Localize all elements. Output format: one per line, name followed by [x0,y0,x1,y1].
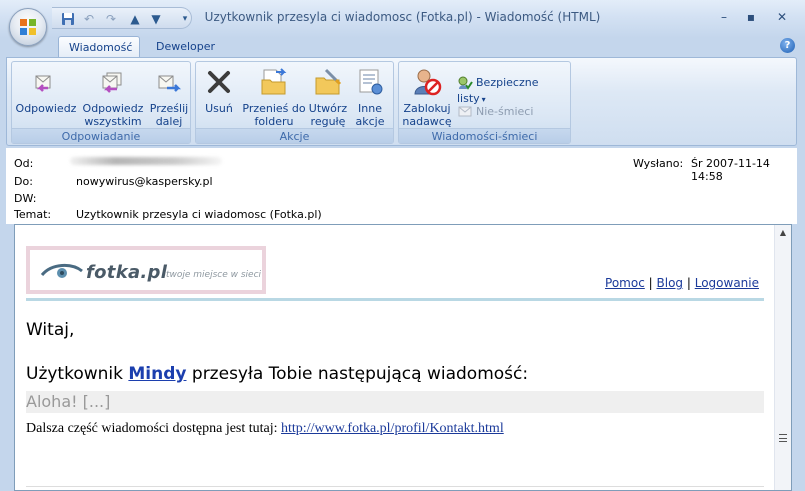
safe-lists-icon [458,76,473,90]
greeting: Witaj, [26,320,75,340]
subject-label: Temat: [14,208,52,221]
delete-button[interactable]: Usuń [198,66,240,115]
nav-blog-link[interactable]: Blog [657,276,684,290]
nav-separator: | [648,276,653,290]
group-label-wiadomosci-smieci: Wiadomości-śmieci [399,128,570,143]
delete-label: Usuń [205,102,233,115]
delete-icon [208,71,230,93]
nav-logowanie-link[interactable]: Logowanie [695,276,759,290]
more-text: Dalsza część wiadomości dostępna jest tu… [26,421,278,436]
title-bar: ↶ ↷ ▲ ▼ ▾ Uzytkownik przesyla ci wiadomo… [0,0,805,38]
group-label-odpowiadanie: Odpowiadanie [12,128,190,143]
to-label: Do: [14,175,33,188]
logo-text: fotka.pl [86,262,168,283]
not-junk-label: Nie-śmieci [476,105,534,118]
user-name-link[interactable]: Mindy [128,364,186,384]
group-label-akcje: Akcje [196,128,393,143]
fotka-logo[interactable]: fotka.pl twoje miejsce w sieci [26,246,266,294]
move-to-folder-icon [261,68,287,95]
message-line: Użytkownik Mindy przesyła Tobie następuj… [26,364,528,384]
group-akcje: Usuń Przenieś do folderu Utwórz regułę I… [195,61,394,144]
message-body: fotka.pl twoje miejsce w sieci Pomoc | B… [14,224,792,491]
subject-value: Uzytkownik przesyla ci wiadomosc (Fotka.… [76,208,322,221]
create-rule-label: Utwórz regułę [308,102,348,128]
sent-value: Śr 2007-11-14 14:58 [691,157,770,183]
safe-lists-button[interactable]: Bezpieczne listy ▾ [457,75,570,105]
reply-button[interactable]: Odpowiedz [14,66,78,115]
move-to-folder-label: Przenieś do folderu [242,102,306,128]
create-rule-icon [315,68,342,95]
nav-pomoc-link[interactable]: Pomoc [605,276,645,290]
reply-all-label: Odpowiedz wszystkim [82,102,144,128]
group-wiadomosci-smieci: Zablokuj nadawcę Bezpieczne listy ▾ Nie-ś… [398,61,571,144]
vertical-scrollbar[interactable]: ▲ [774,225,791,490]
forward-label: Prześlij dalej [149,102,189,128]
message-header: Od: Do: nowywirus@kaspersky.pl DW: Temat… [6,148,797,224]
ribbon: Odpowiedz Odpowiedz wszystkim Prześlij d… [6,57,797,146]
sent-label: Wysłano: [633,157,684,170]
forward-icon [158,75,182,92]
site-nav: Pomoc | Blog | Logowanie [605,276,759,290]
nav-separator: | [686,276,691,290]
ribbon-tabs: Wiadomość Deweloper [0,36,805,58]
tab-deweloper[interactable]: Deweloper [146,36,225,58]
block-sender-icon [414,69,442,96]
office-button[interactable] [9,8,47,46]
other-actions-icon [359,69,383,95]
minimize-button[interactable]: – [712,8,736,26]
tab-wiadomosc[interactable]: Wiadomość [58,36,140,58]
to-value[interactable]: nowywirus@kaspersky.pl [76,175,213,188]
reply-all-button[interactable]: Odpowiedz wszystkim [80,66,146,128]
sender-redacted [70,157,222,165]
reply-label: Odpowiedz [15,102,77,115]
eye-logo-icon [40,264,83,278]
maximize-button[interactable]: ▪ [739,8,763,26]
block-sender-label: Zablokuj nadawcę [402,102,452,128]
group-odpowiadanie: Odpowiedz Odpowiedz wszystkim Prześlij d… [11,61,191,144]
close-button[interactable]: ✕ [770,8,794,26]
line-prefix: Użytkownik [26,364,123,384]
reply-all-icon [102,72,122,93]
window-title: Uzytkownik przesyla ci wiadomosc (Fotka.… [204,10,601,24]
block-sender-button[interactable]: Zablokuj nadawcę [401,66,453,128]
scroll-up-icon[interactable]: ▲ [778,228,788,238]
forward-button[interactable]: Prześlij dalej [148,66,190,128]
cc-label: DW: [14,192,37,205]
other-actions-label: Inne akcje [355,102,385,128]
more-line: Dalsza część wiadomości dostępna jest tu… [26,421,504,437]
not-junk-icon [458,106,472,117]
move-to-folder-button[interactable]: Przenieś do folderu [242,66,306,128]
reply-icon [35,75,51,92]
help-icon[interactable]: ? [780,38,795,53]
logo-tagline: twoje miejsce w sieci [166,270,262,280]
footer-divider [26,486,764,487]
scroll-thumb-grip[interactable] [779,434,787,442]
header-divider [26,298,764,301]
other-actions-button[interactable]: Inne akcje [350,66,390,128]
office-logo-icon [20,19,36,35]
message-quote: Aloha! [...] [26,391,764,413]
create-rule-button[interactable]: Utwórz regułę [306,66,350,128]
profile-link[interactable]: http://www.fotka.pl/profil/Kontakt.html [281,421,504,436]
dropdown-arrow-icon: ▾ [481,95,486,104]
from-label: Od: [14,157,34,170]
line-suffix: przesyła Tobie następującą wiadomość: [191,364,529,384]
not-junk-button: Nie-śmieci [457,104,533,122]
